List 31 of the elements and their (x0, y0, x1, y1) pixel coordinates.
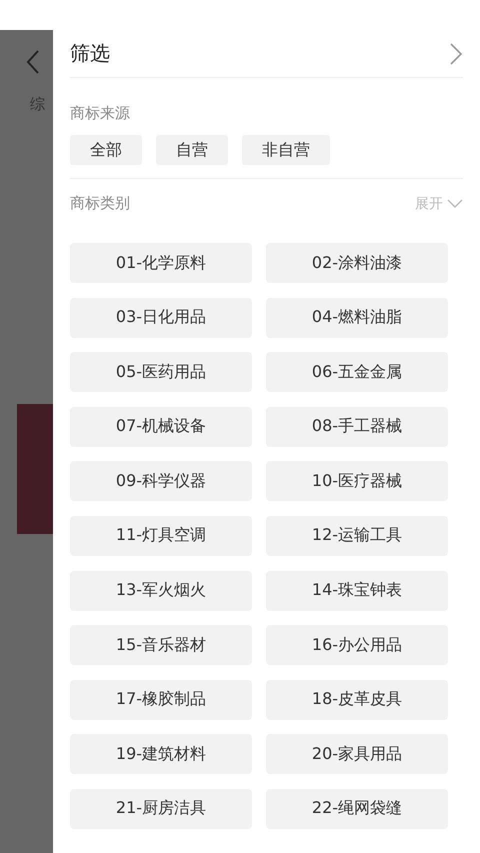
category-chip[interactable]: 20-家具用品 (266, 734, 448, 774)
category-chip[interactable]: 07-机械设备 (70, 406, 252, 447)
filter-chip[interactable]: 全部 (70, 135, 142, 165)
panel-title: 筛选 (70, 40, 110, 67)
category-chip[interactable]: 17-橡胶制品 (70, 680, 252, 720)
category-chip[interactable]: 12-运输工具 (266, 516, 448, 556)
category-chip[interactable]: 03-日化用品 (70, 298, 252, 338)
category-chip[interactable]: 15-音乐器材 (70, 625, 252, 666)
category-chip[interactable]: 11-灯具空调 (70, 516, 252, 556)
category-chip[interactable]: 18-皮革皮具 (266, 680, 448, 720)
category-chip[interactable]: 22-绳网袋缝 (266, 788, 448, 829)
filter-chip[interactable]: 非自营 (242, 135, 330, 165)
category-chip[interactable]: 05-医药用品 (70, 352, 252, 392)
category-chip[interactable]: 14-珠宝钟表 (266, 570, 448, 611)
category-chip[interactable]: 02-涂料油漆 (266, 243, 448, 283)
category-chip[interactable]: 10-医疗器械 (266, 461, 448, 502)
filter-chip[interactable]: 自营 (156, 135, 228, 165)
section-label: 商标来源 (70, 104, 130, 122)
back-icon[interactable] (26, 49, 40, 75)
category-chip[interactable]: 21-厨房洁具 (70, 788, 252, 829)
category-chip[interactable]: 16-办公用品 (266, 625, 448, 666)
category-chip[interactable]: 01-化学原料 (70, 243, 252, 283)
category-chip[interactable]: 19-建筑材料 (70, 734, 252, 774)
chevron-down-icon (447, 198, 463, 208)
category-chip[interactable]: 06-五金金属 (266, 352, 448, 392)
chevron-right-icon[interactable] (449, 42, 463, 66)
category-chip[interactable]: 13-军火烟火 (70, 570, 252, 611)
category-chip[interactable]: 04-燃料油脂 (266, 298, 448, 338)
section-label: 商标类别 (70, 194, 130, 213)
category-chip[interactable]: 09-科学仪器 (70, 461, 252, 502)
category-chip[interactable]: 08-手工器械 (266, 406, 448, 447)
